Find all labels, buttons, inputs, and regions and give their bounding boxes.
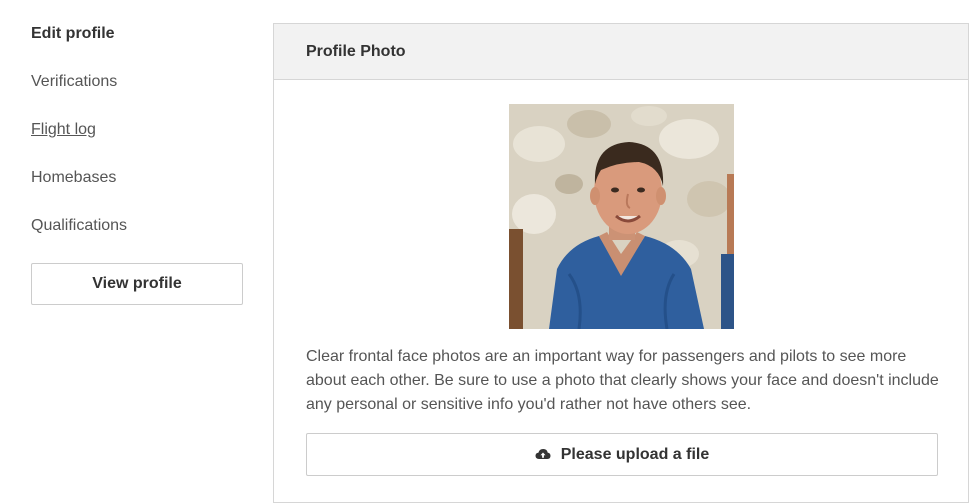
panel-title: Profile Photo: [274, 24, 968, 80]
profile-photo-panel: Profile Photo Clear frontal face photos …: [273, 23, 969, 503]
sidebar-item-qualifications[interactable]: Qualifications: [31, 216, 127, 236]
sidebar-item-homebases[interactable]: Homebases: [31, 168, 116, 188]
upload-file-label: Please upload a file: [560, 445, 710, 463]
cloud-upload-icon: [535, 448, 551, 462]
profile-photo: [509, 104, 734, 329]
photo-guidance-text: Clear frontal face photos are an importa…: [306, 348, 939, 413]
sidebar-item-flight-log[interactable]: Flight log: [31, 120, 96, 140]
sidebar-item-verifications[interactable]: Verifications: [31, 72, 117, 92]
sidebar-item-edit-profile[interactable]: Edit profile: [31, 24, 115, 44]
upload-file-button[interactable]: Please upload a file: [306, 433, 938, 476]
view-profile-button[interactable]: View profile: [31, 263, 243, 305]
